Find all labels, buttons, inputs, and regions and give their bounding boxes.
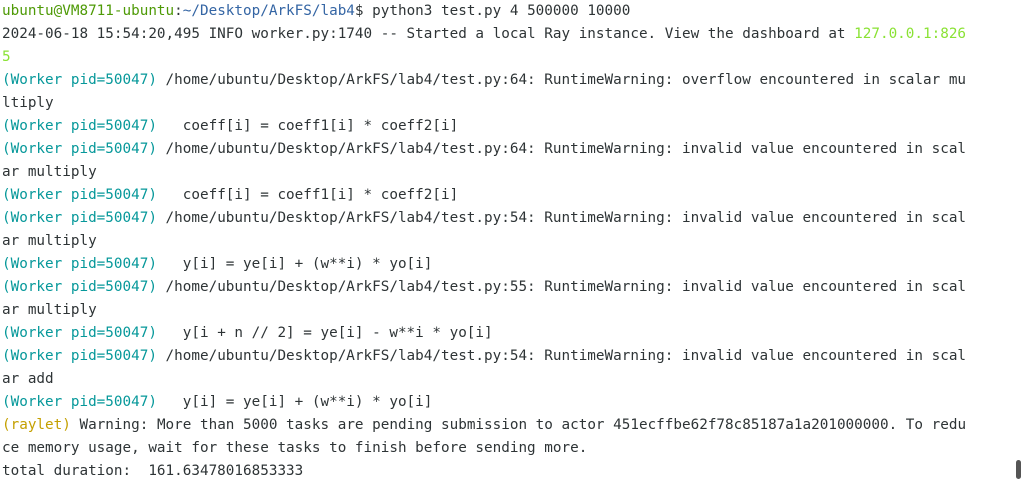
worker-prefix: (Worker pid=50047) bbox=[2, 394, 157, 410]
output-line: (Worker pid=50047) coeff[i] = coeff1[i] … bbox=[2, 115, 1009, 138]
output-line: (Worker pid=50047) /home/ubuntu/Desktop/… bbox=[2, 207, 1009, 230]
output-text: ar add bbox=[2, 371, 54, 387]
output-text: ar multiply bbox=[2, 164, 97, 180]
output-text: coeff[i] = coeff1[i] * coeff2[i] bbox=[156, 187, 459, 203]
output-line: ar multiply bbox=[2, 230, 1009, 253]
worker-prefix: (Worker pid=50047) bbox=[2, 141, 157, 157]
info-text: 2024-06-18 15:54:20,495 INFO worker.py:1… bbox=[2, 26, 855, 42]
output-line: (Worker pid=50047) y[i + n // 2] = ye[i]… bbox=[2, 322, 1009, 345]
prompt-line: ubuntu@VM8711-ubuntu:~/Desktop/ArkFS/lab… bbox=[2, 0, 1009, 23]
output-line: ar multiply bbox=[2, 299, 1009, 322]
raylet-prefix: (raylet) bbox=[2, 417, 71, 433]
info-line: 2024-06-18 15:54:20,495 INFO worker.py:1… bbox=[2, 23, 1009, 46]
output-line: ar multiply bbox=[2, 161, 1009, 184]
worker-prefix: (Worker pid=50047) bbox=[2, 348, 157, 364]
dashboard-link[interactable]: 127.0.0.1:826 bbox=[854, 26, 966, 42]
output-line: (Worker pid=50047) coeff[i] = coeff1[i] … bbox=[2, 184, 1009, 207]
prompt-separator: : bbox=[174, 3, 183, 19]
output-text: ar multiply bbox=[2, 302, 97, 318]
worker-prefix: (Worker pid=50047) bbox=[2, 256, 157, 272]
output-text: /home/ubuntu/Desktop/ArkFS/lab4/test.py:… bbox=[156, 279, 967, 295]
vertical-scrollbar[interactable] bbox=[1016, 460, 1021, 479]
output-text: coeff[i] = coeff1[i] * coeff2[i] bbox=[156, 118, 459, 134]
prompt-user-host: ubuntu@VM8711-ubuntu bbox=[2, 3, 175, 19]
worker-prefix: (Worker pid=50047) bbox=[2, 118, 157, 134]
output-line: (Worker pid=50047) /home/ubuntu/Desktop/… bbox=[2, 69, 1009, 92]
output-line: (Worker pid=50047) /home/ubuntu/Desktop/… bbox=[2, 138, 1009, 161]
output-text: ltiply bbox=[2, 95, 54, 111]
raylet-line: (raylet) Warning: More than 5000 tasks a… bbox=[2, 414, 1009, 437]
output-text: /home/ubuntu/Desktop/ArkFS/lab4/test.py:… bbox=[156, 210, 967, 226]
worker-prefix: (Worker pid=50047) bbox=[2, 210, 157, 226]
output-line: (Worker pid=50047) /home/ubuntu/Desktop/… bbox=[2, 345, 1009, 368]
output-text: /home/ubuntu/Desktop/ArkFS/lab4/test.py:… bbox=[156, 141, 967, 157]
raylet-text-wrap: ce memory usage, wait for these tasks to… bbox=[2, 440, 588, 456]
worker-prefix: (Worker pid=50047) bbox=[2, 72, 157, 88]
worker-prefix: (Worker pid=50047) bbox=[2, 325, 157, 341]
output-line: ar add bbox=[2, 368, 1009, 391]
total-duration-line: total duration: 161.63478016853333 bbox=[2, 463, 304, 479]
output-text: y[i + n // 2] = ye[i] - w**i * yo[i] bbox=[156, 325, 493, 341]
output-text: y[i] = ye[i] + (w**i) * yo[i] bbox=[156, 394, 433, 410]
raylet-line-wrap: ce memory usage, wait for these tasks to… bbox=[2, 437, 1009, 460]
dashboard-link-wrap[interactable]: 5 bbox=[2, 49, 11, 65]
output-line: ltiply bbox=[2, 92, 1009, 115]
worker-prefix: (Worker pid=50047) bbox=[2, 187, 157, 203]
terminal-window[interactable]: ubuntu@VM8711-ubuntu:~/Desktop/ArkFS/lab… bbox=[0, 0, 1023, 479]
output-line: (Worker pid=50047) /home/ubuntu/Desktop/… bbox=[2, 276, 1009, 299]
prompt-cwd: ~/Desktop/ArkFS/lab4 bbox=[182, 3, 355, 19]
output-text: y[i] = ye[i] + (w**i) * yo[i] bbox=[156, 256, 433, 272]
output-line: (Worker pid=50047) y[i] = ye[i] + (w**i)… bbox=[2, 253, 1009, 276]
output-text: /home/ubuntu/Desktop/ArkFS/lab4/test.py:… bbox=[156, 348, 967, 364]
output-text: /home/ubuntu/Desktop/ArkFS/lab4/test.py:… bbox=[156, 72, 967, 88]
prompt-command: python3 test.py 4 500000 10000 bbox=[363, 3, 631, 19]
raylet-text: Warning: More than 5000 tasks are pendin… bbox=[70, 417, 967, 433]
output-line: (Worker pid=50047) y[i] = ye[i] + (w**i)… bbox=[2, 391, 1009, 414]
prompt-symbol: $ bbox=[354, 3, 364, 19]
output-text: ar multiply bbox=[2, 233, 97, 249]
info-line-wrap: 5 bbox=[2, 46, 1009, 69]
worker-prefix: (Worker pid=50047) bbox=[2, 279, 157, 295]
